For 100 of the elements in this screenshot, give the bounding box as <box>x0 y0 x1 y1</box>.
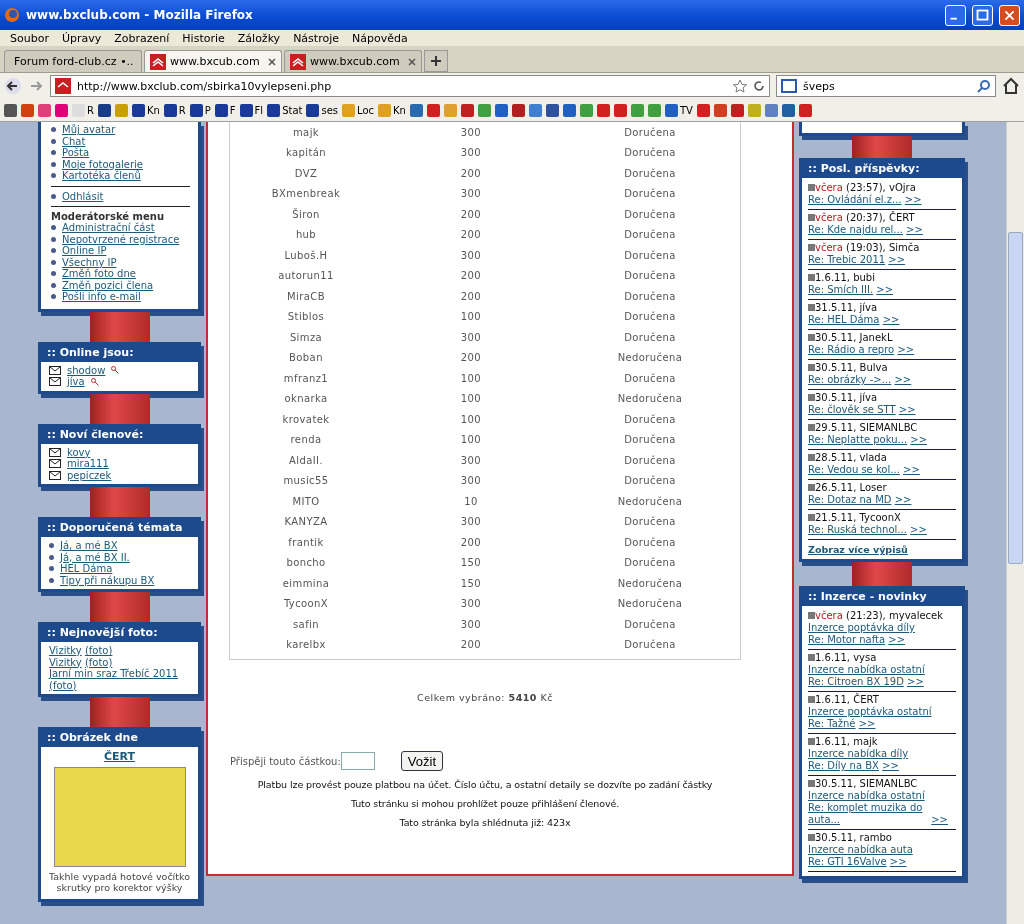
bookmark[interactable] <box>97 103 111 117</box>
post-link[interactable]: Re: Ruská technol... <box>808 524 907 535</box>
menu-link[interactable]: Změň foto dne <box>62 268 136 280</box>
bookmark[interactable]: Loc <box>342 103 375 117</box>
menu-link[interactable]: Tipy při nákupu BX <box>60 574 155 586</box>
category-link[interactable]: Inzerce nabídka díly <box>808 748 956 760</box>
post-link[interactable]: Re: Kde najdu rel... <box>808 224 903 235</box>
more-link[interactable]: >> <box>894 494 912 505</box>
user-link[interactable]: mira111 <box>67 458 109 470</box>
scrollbar[interactable] <box>1006 122 1024 924</box>
post-link[interactable]: Re: Tažné <box>808 718 856 730</box>
minimize-button[interactable] <box>945 4 966 26</box>
post-link[interactable]: Re: GTI 16Valve <box>808 856 887 868</box>
bookmark[interactable] <box>562 103 576 117</box>
menu-link[interactable]: Chat <box>62 135 86 147</box>
more-link[interactable]: >> <box>882 760 899 771</box>
bookmark[interactable] <box>613 103 627 117</box>
more-link[interactable]: >> <box>888 634 906 645</box>
new-tab-button[interactable] <box>424 50 448 72</box>
more-link[interactable]: >> <box>898 404 916 415</box>
more-link[interactable]: >> <box>858 718 876 729</box>
menu-link[interactable]: Já, a mé BX <box>60 540 118 552</box>
browser-tab[interactable]: www.bxcub.com <box>284 50 422 72</box>
photo-link[interactable]: (foto) <box>84 645 113 656</box>
bookmark[interactable] <box>494 103 508 117</box>
menu-item[interactable]: Nástroje <box>293 31 339 45</box>
more-link[interactable]: >> <box>931 814 948 825</box>
more-link[interactable]: >> <box>906 224 923 235</box>
bookmark[interactable] <box>4 103 17 117</box>
more-link[interactable]: >> <box>904 194 922 205</box>
bookmark[interactable] <box>696 103 710 117</box>
post-link[interactable]: Re: Trebic 2011 <box>808 254 886 265</box>
close-icon[interactable] <box>408 57 416 66</box>
menu-item[interactable]: Zobrazení <box>114 31 170 45</box>
post-link[interactable]: Re: člověk se STT <box>808 404 896 415</box>
menu-link[interactable]: Změň pozici člena <box>62 279 154 291</box>
post-link[interactable]: Re: Ovládání el.z... <box>808 194 902 205</box>
category-link[interactable]: Inzerce nabídka ostatní <box>808 664 956 676</box>
bookmark[interactable] <box>545 103 559 117</box>
menu-link[interactable]: Administrační část <box>62 222 155 234</box>
menu-link[interactable]: HEL Dáma <box>60 563 113 575</box>
menu-link[interactable]: Online IP <box>62 245 107 257</box>
star-icon[interactable] <box>733 79 747 93</box>
more-link[interactable]: >> <box>882 314 900 325</box>
menu-link[interactable]: Všechny IP <box>62 256 117 268</box>
post-link[interactable]: Re: Díly na BX <box>808 760 879 772</box>
bookmark[interactable]: TV <box>664 103 693 117</box>
close-icon[interactable] <box>268 57 276 66</box>
bookmark[interactable] <box>596 103 610 117</box>
user-link[interactable]: kovy <box>67 446 91 458</box>
more-link[interactable]: >> <box>907 676 924 687</box>
more-link[interactable]: >> <box>894 374 912 385</box>
bookmark[interactable]: ses <box>306 103 339 117</box>
search-field[interactable]: šveps <box>776 75 996 97</box>
more-posts-link[interactable]: Zobraz více výpisů <box>808 544 956 555</box>
menu-link[interactable]: Já, a mé BX II. <box>60 551 130 563</box>
menu-item[interactable]: Záložky <box>237 31 281 45</box>
bookmark[interactable]: Kn <box>131 103 160 117</box>
post-link[interactable]: Re: HEL Dáma <box>808 314 880 325</box>
user-link[interactable]: shodow <box>67 364 106 376</box>
bookmark[interactable] <box>781 103 795 117</box>
author-link[interactable]: ČERT <box>49 750 190 763</box>
bookmark[interactable] <box>460 103 474 117</box>
search-icon[interactable] <box>977 79 991 93</box>
category-link[interactable]: Inzerce nabídka ostatní <box>808 790 956 802</box>
post-link[interactable]: Re: Motor nafta <box>808 634 886 646</box>
address-field[interactable]: http://www.bxclub.com/sbirka10vylepseni.php <box>50 75 770 97</box>
post-link[interactable]: Re: Neplatte poku... <box>808 434 908 445</box>
menu-item[interactable]: Úpravy <box>61 31 102 45</box>
menu-link[interactable]: Nepotvrzené registrace <box>62 233 180 245</box>
bookmark[interactable] <box>511 103 525 117</box>
photo-link[interactable]: Vizitky <box>49 656 82 668</box>
more-link[interactable]: >> <box>903 464 920 475</box>
photo-link[interactable]: (foto) <box>84 656 113 668</box>
post-link[interactable]: Re: Citroen BX 19D <box>808 676 904 688</box>
menu-link[interactable]: Kartotéka členů <box>62 170 141 182</box>
bookmark[interactable] <box>21 103 34 117</box>
category-link[interactable]: Inzerce poptávka díly <box>808 622 956 634</box>
menu-item[interactable]: Soubor <box>10 31 49 45</box>
menu-link[interactable]: Moje fotogalerie <box>62 158 143 170</box>
photo-link[interactable]: Vizitky <box>49 645 82 656</box>
menu-link[interactable]: Můj avatar <box>62 124 116 136</box>
photo-link[interactable]: (foto) <box>49 679 77 691</box>
bookmark[interactable]: Stat <box>267 103 303 117</box>
post-link[interactable]: Re: Rádio a repro <box>808 344 895 355</box>
category-link[interactable]: Inzerce nabídka auta <box>808 844 956 856</box>
more-link[interactable]: >> <box>888 254 906 265</box>
bookmark[interactable] <box>426 103 440 117</box>
reload-icon[interactable] <box>753 80 765 92</box>
bookmark[interactable] <box>55 103 68 117</box>
bookmark[interactable] <box>713 103 727 117</box>
maximize-button[interactable] <box>972 4 993 26</box>
more-link[interactable]: >> <box>897 344 915 355</box>
photo-link[interactable]: Jarní min sraz Třebíč 2011 <box>49 668 179 679</box>
post-link[interactable]: Re: Vedou se kol... <box>808 464 900 475</box>
more-link[interactable]: >> <box>910 434 928 445</box>
menu-item[interactable]: Historie <box>182 31 225 45</box>
more-link[interactable]: >> <box>889 856 907 867</box>
browser-tab[interactable]: Forum ford-club.cz •.. <box>4 50 142 72</box>
amount-field[interactable] <box>340 752 375 770</box>
